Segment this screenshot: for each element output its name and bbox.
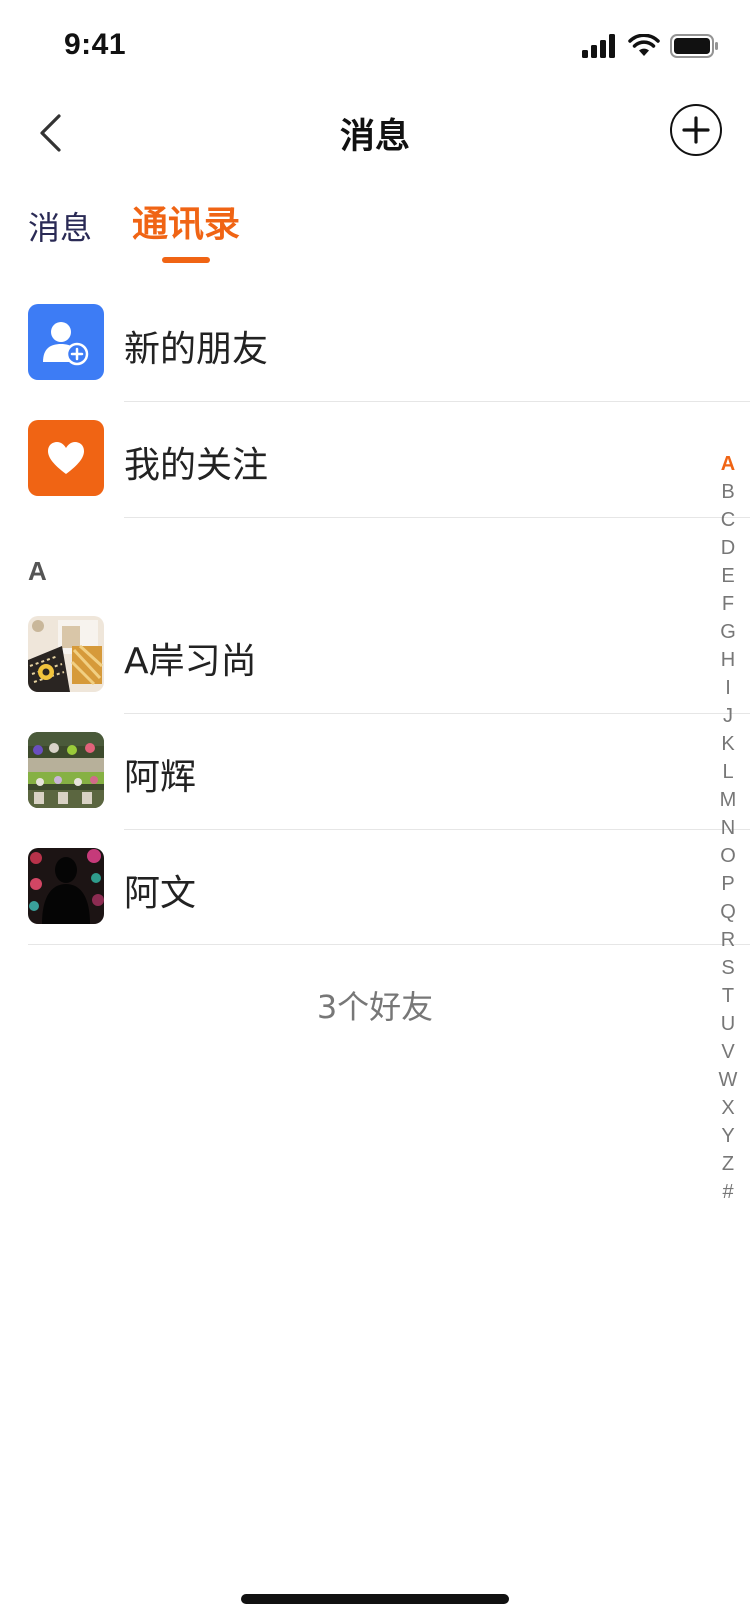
index-letter-z[interactable]: Z [712, 1150, 744, 1178]
tab-bar: 消息 通讯录 [0, 195, 750, 270]
section-header-a: A [28, 556, 47, 586]
cellular-signal-icon [582, 34, 615, 58]
index-letter-j[interactable]: J [712, 702, 744, 730]
contact-row[interactable]: A岸习尚 [0, 598, 750, 714]
page-title: 消息 [339, 117, 410, 157]
add-user-icon [28, 304, 104, 380]
contact-avatar [28, 732, 104, 808]
index-letter-d[interactable]: D [712, 534, 744, 562]
home-indicator[interactable] [241, 1594, 509, 1604]
index-letter-u[interactable]: U [712, 1010, 744, 1038]
index-letter-w[interactable]: W [712, 1066, 744, 1094]
index-letter-p[interactable]: P [712, 870, 744, 898]
index-letter-hash[interactable]: # [712, 1178, 744, 1206]
index-letter-c[interactable]: C [712, 506, 744, 534]
battery-icon [670, 34, 718, 58]
my-follows-label: 我的关注 [124, 445, 269, 486]
index-letter-m[interactable]: M [712, 786, 744, 814]
contact-name: 阿辉 [124, 757, 197, 798]
index-letter-r[interactable]: R [712, 926, 744, 954]
index-letter-a[interactable]: A [712, 450, 744, 478]
index-letter-h[interactable]: H [712, 646, 744, 674]
index-letter-x[interactable]: X [712, 1094, 744, 1122]
list-divider [28, 944, 750, 945]
add-button[interactable] [670, 104, 722, 156]
index-letter-b[interactable]: B [712, 478, 744, 506]
nav-bar: 消息 [0, 90, 750, 180]
wifi-icon [628, 34, 660, 56]
plus-icon [682, 116, 710, 144]
status-time: 9:41 [64, 28, 127, 61]
index-letter-v[interactable]: V [712, 1038, 744, 1066]
new-friends-entry[interactable]: 新的朋友 [0, 286, 750, 402]
tab-contacts[interactable]: 通讯录 [132, 195, 240, 247]
index-letter-f[interactable]: F [712, 590, 744, 618]
alphabet-index[interactable]: A B C D E F G H I J K L M N O P Q R S T U V W X Y Z # [712, 450, 744, 1206]
index-letter-n[interactable]: N [712, 814, 744, 842]
divider [124, 517, 750, 518]
contact-row[interactable]: 阿文 [0, 830, 750, 946]
index-letter-l[interactable]: L [712, 758, 744, 786]
index-letter-s[interactable]: S [712, 954, 744, 982]
index-letter-y[interactable]: Y [712, 1122, 744, 1150]
index-letter-o[interactable]: O [712, 842, 744, 870]
my-follows-entry[interactable]: 我的关注 [0, 402, 750, 518]
status-icons [582, 32, 720, 60]
status-bar: 9:41 [0, 0, 750, 90]
index-letter-e[interactable]: E [712, 562, 744, 590]
active-tab-indicator [162, 257, 210, 263]
new-friends-label: 新的朋友 [124, 329, 269, 370]
heart-icon [28, 420, 104, 496]
index-letter-g[interactable]: G [712, 618, 744, 646]
contact-avatar [28, 616, 104, 692]
index-letter-k[interactable]: K [712, 730, 744, 758]
contact-name: 阿文 [124, 873, 197, 914]
index-letter-t[interactable]: T [712, 982, 744, 1010]
contact-name: A岸习尚 [124, 641, 257, 682]
friend-count: 3个好友 [316, 988, 434, 1026]
tab-messages[interactable]: 消息 [28, 203, 92, 249]
index-letter-i[interactable]: I [712, 674, 744, 702]
contact-avatar [28, 848, 104, 924]
contact-row[interactable]: 阿辉 [0, 714, 750, 830]
index-letter-q[interactable]: Q [712, 898, 744, 926]
